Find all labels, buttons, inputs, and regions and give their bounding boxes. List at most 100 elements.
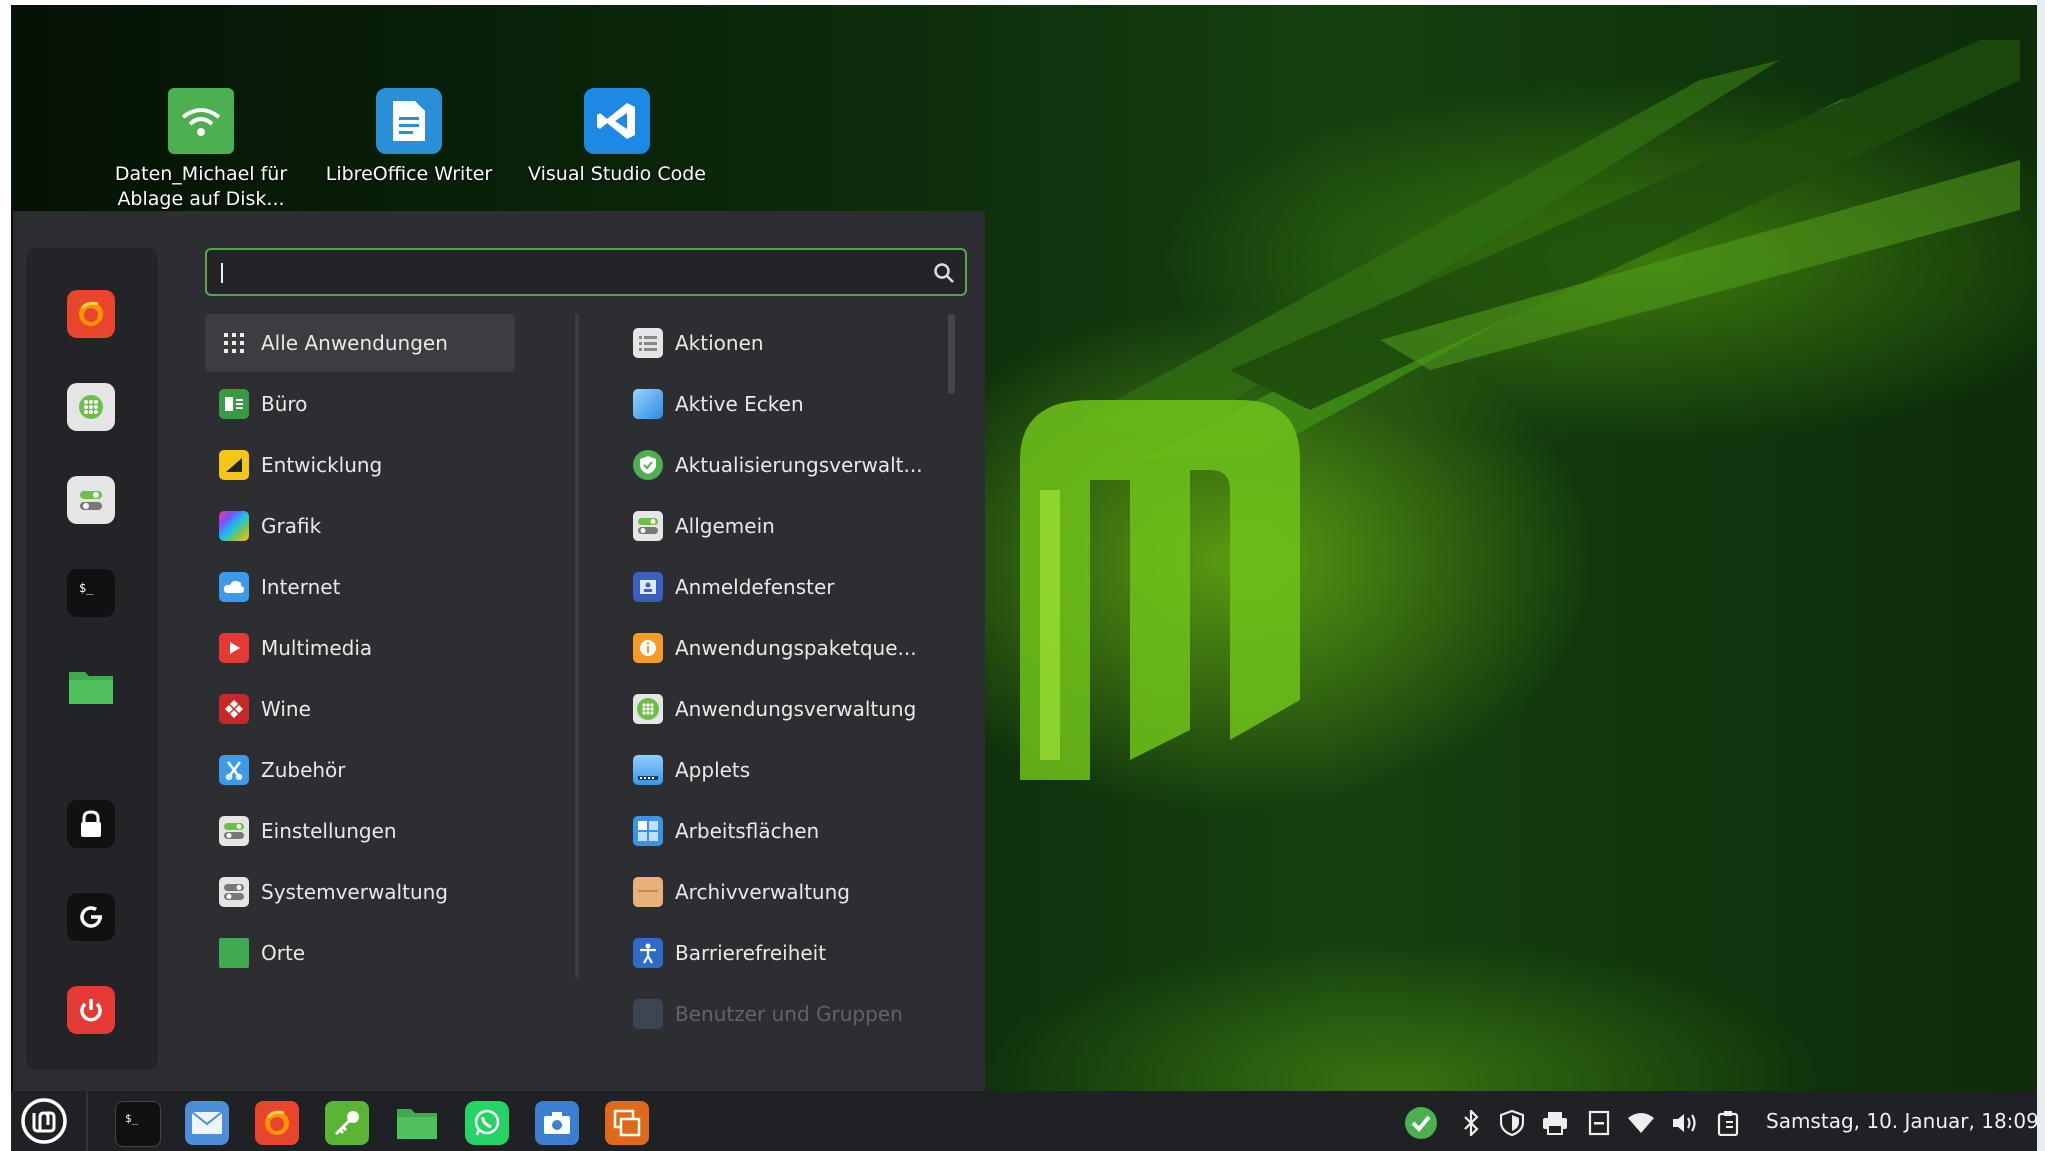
taskbar-mail[interactable] (185, 1101, 229, 1145)
category-internet[interactable]: Internet (205, 558, 515, 616)
lock-screen-button[interactable] (67, 800, 115, 848)
app-item-users-groups[interactable]: Benutzer und Gruppen (623, 985, 953, 1043)
tray-volume[interactable] (1671, 1109, 1699, 1137)
tray-wifi[interactable] (1627, 1109, 1655, 1137)
app-label: Benutzer und Gruppen (675, 1002, 903, 1026)
tray-firewall[interactable] (1498, 1109, 1526, 1137)
app-label: Barrierefreiheit (675, 941, 827, 965)
desktop-icon-shared-folder[interactable]: Daten_Michael für Ablage auf Disk... (101, 88, 301, 212)
clipboard-icon (1717, 1111, 1739, 1136)
logout-button[interactable] (67, 893, 115, 941)
app-item-general[interactable]: Allgemein (623, 497, 953, 555)
category-all-applications[interactable]: Alle Anwendungen (205, 314, 515, 372)
app-item-accessibility[interactable]: Barrierefreiheit (623, 924, 953, 982)
graphics-icon (219, 511, 249, 541)
taskbar-whatsapp[interactable] (465, 1101, 509, 1145)
firefox-icon (79, 301, 103, 326)
whatsapp-icon (474, 1109, 500, 1136)
category-label: Grafik (261, 514, 322, 538)
app-item-hot-corners[interactable]: Aktive Ecken (623, 375, 953, 433)
favorite-firefox[interactable] (67, 290, 115, 338)
app-item-workspaces[interactable]: Arbeitsflächen (623, 802, 953, 860)
vscode-icon (584, 88, 650, 154)
app-item-update-manager[interactable]: Aktualisierungsverwalt... (623, 436, 953, 494)
clock[interactable]: Samstag, 10. Januar, 18:09 (1766, 1109, 2039, 1133)
workspace-switcher-icon (613, 1109, 641, 1137)
tray-notes[interactable] (1585, 1109, 1613, 1137)
screen-frame-left (0, 0, 11, 1151)
category-wine[interactable]: Wine (205, 680, 515, 738)
mail-icon (191, 1111, 223, 1134)
search-input[interactable] (205, 248, 967, 296)
app-item-login-window[interactable]: Anmeldefenster (623, 558, 953, 616)
hot-corners-icon (633, 389, 663, 419)
package-sources-icon (633, 633, 663, 663)
favorite-settings[interactable] (67, 476, 115, 524)
category-graphics[interactable]: Grafik (205, 497, 515, 555)
category-label: Systemverwaltung (261, 880, 449, 904)
wifi-icon (1628, 1113, 1654, 1133)
tray-clipboard[interactable] (1715, 1109, 1743, 1137)
taskbar-workspace-switcher[interactable] (605, 1101, 649, 1145)
app-item-applets[interactable]: Applets (623, 741, 953, 799)
app-label: Aktionen (675, 331, 764, 355)
taskbar-files[interactable] (395, 1101, 439, 1145)
settings-toggle-icon (80, 491, 102, 510)
app-item-archive-manager[interactable]: Archivverwaltung (623, 863, 953, 921)
multimedia-icon (219, 633, 249, 663)
desktop-icon-libreoffice-writer[interactable]: LibreOffice Writer (309, 88, 509, 187)
category-places[interactable]: Orte (205, 924, 515, 982)
app-label: Allgemein (675, 514, 775, 538)
application-menu: $_ Alle Anwendungen Büro Entwicklung Gra… (13, 211, 985, 1091)
taskbar-firefox[interactable] (255, 1101, 299, 1145)
screen-frame-top (0, 0, 2045, 5)
menu-button[interactable] (19, 1096, 69, 1146)
app-list-scrollbar[interactable] (948, 314, 955, 394)
applets-icon (633, 755, 663, 785)
desktop-icon-vscode[interactable]: Visual Studio Code (517, 88, 717, 187)
search-icon (934, 263, 954, 283)
category-development[interactable]: Entwicklung (205, 436, 515, 494)
text-cursor (221, 263, 223, 283)
taskbar-terminal[interactable]: $_ (115, 1101, 161, 1147)
administration-icon (219, 877, 249, 907)
folder-icon (69, 672, 113, 704)
app-label: Aktualisierungsverwalt... (675, 453, 923, 477)
app-label: Anmeldefenster (675, 575, 835, 599)
category-administration[interactable]: Systemverwaltung (205, 863, 515, 921)
tray-update-status[interactable] (1404, 1106, 1438, 1140)
files-icon (397, 1109, 437, 1139)
development-icon (219, 450, 249, 480)
notes-icon (1588, 1110, 1610, 1136)
tray-bluetooth[interactable] (1457, 1109, 1485, 1137)
category-multimedia[interactable]: Multimedia (205, 619, 515, 677)
app-item-package-sources[interactable]: Anwendungspaketque... (623, 619, 953, 677)
tray-printer[interactable] (1541, 1109, 1569, 1137)
app-item-actions[interactable]: Aktionen (623, 314, 953, 372)
update-manager-icon (633, 450, 663, 480)
software-manager-icon (79, 395, 103, 419)
power-icon (80, 999, 102, 1022)
favorites-sidebar: $_ (26, 248, 158, 1070)
category-office[interactable]: Büro (205, 375, 515, 433)
desktop-icon-label: LibreOffice Writer (325, 163, 493, 185)
app-label: Arbeitsflächen (675, 819, 820, 843)
app-label: Aktive Ecken (675, 392, 804, 416)
taskbar-screenshot[interactable] (535, 1101, 579, 1145)
menu-icon (21, 1098, 67, 1144)
volume-icon (1673, 1114, 1696, 1132)
category-accessories[interactable]: Zubehör (205, 741, 515, 799)
actions-icon (633, 328, 663, 358)
category-preferences[interactable]: Einstellungen (205, 802, 515, 860)
favorite-software-manager[interactable] (67, 383, 115, 431)
taskbar-keys[interactable] (325, 1101, 369, 1145)
favorite-files[interactable] (67, 662, 115, 710)
category-label: Büro (261, 392, 308, 416)
favorite-terminal[interactable]: $_ (67, 569, 115, 617)
app-item-software-manager[interactable]: Anwendungsverwaltung (623, 680, 953, 738)
login-window-icon (633, 572, 663, 602)
archive-manager-icon (633, 877, 663, 907)
svg-text:$_: $_ (79, 581, 94, 595)
shutdown-button[interactable] (67, 986, 115, 1034)
software-manager-icon (633, 694, 663, 724)
